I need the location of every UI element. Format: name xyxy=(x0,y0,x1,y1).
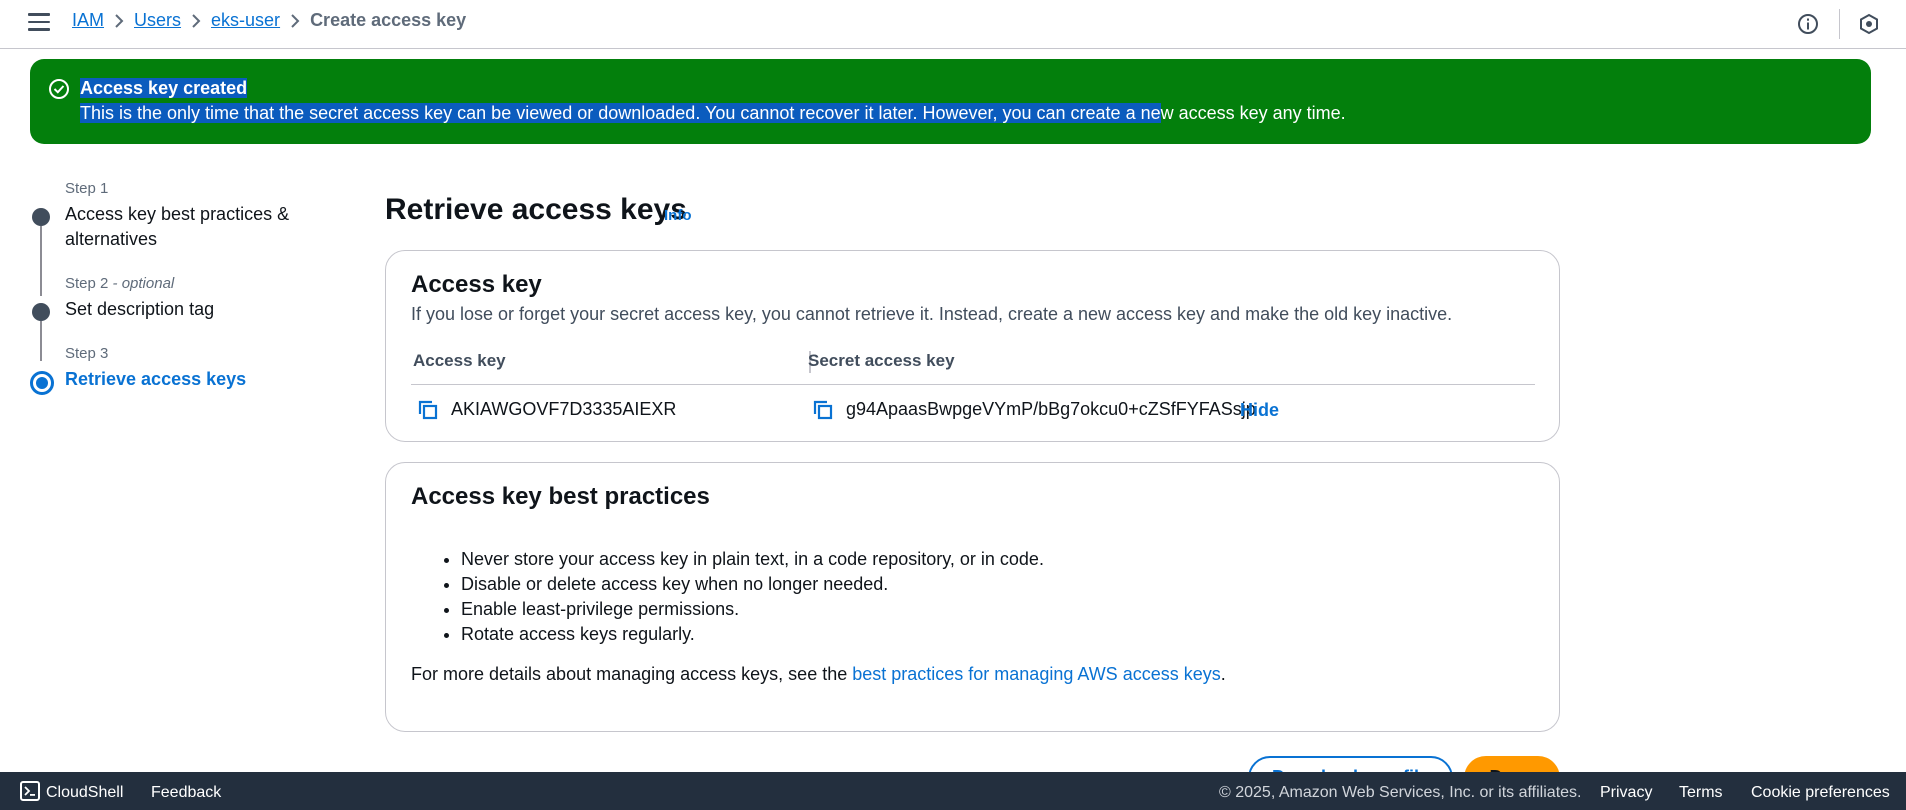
flash-message: This is the only time that the secret ac… xyxy=(80,101,1346,126)
step-1-title[interactable]: Access key best practices & alternatives xyxy=(65,202,305,252)
copy-icon[interactable] xyxy=(417,399,439,421)
hamburger-menu-icon[interactable] xyxy=(28,13,50,31)
top-utility-icons xyxy=(1797,0,1906,48)
step-3-label: Step 3 xyxy=(65,345,109,362)
breadcrumb-iam[interactable]: IAM xyxy=(72,10,104,31)
access-key-heading: Access key xyxy=(411,271,542,298)
flash-title: Access key created xyxy=(80,78,248,98)
hide-secret-link[interactable]: Hide xyxy=(1240,400,1279,421)
step-connector xyxy=(40,226,42,296)
step-2-dot xyxy=(32,303,50,321)
success-flash-banner: Access key created This is the only time… xyxy=(30,59,1871,144)
best-practices-list: Never store your access key in plain tex… xyxy=(461,547,1044,647)
console-footer: CloudShell Feedback © 2025, Amazon Web S… xyxy=(0,772,1906,810)
step-1-label: Step 1 xyxy=(65,180,109,197)
flash-content: Access key created This is the only time… xyxy=(80,76,1346,126)
cookie-preferences-link[interactable]: Cookie preferences xyxy=(1751,784,1890,802)
step-2-title[interactable]: Set description tag xyxy=(65,297,214,322)
breadcrumb-current: Create access key xyxy=(310,10,467,30)
chevron-right-icon xyxy=(181,13,211,29)
best-practices-heading: Access key best practices xyxy=(411,483,710,510)
cloudshell-icon[interactable] xyxy=(20,781,40,801)
best-practices-more: For more details about managing access k… xyxy=(411,664,1226,684)
key-table-row: AKIAWGOVF7D3335AIEXR g94ApaasBwpgeVYmP/b… xyxy=(411,397,1535,427)
column-access-key: Access key xyxy=(413,351,506,370)
breadcrumb-eks-user[interactable]: eks-user xyxy=(211,10,280,31)
copyright-text: © 2025, Amazon Web Services, Inc. or its… xyxy=(1219,784,1582,801)
step-1-dot xyxy=(32,208,50,226)
best-practices-link[interactable]: best practices for managing AWS access k… xyxy=(852,664,1221,684)
top-navigation-bar: IAM Users eks-user Create access key xyxy=(0,0,1906,49)
terms-link[interactable]: Terms xyxy=(1679,784,1723,802)
key-table-header: Access key Secret access key xyxy=(411,351,1535,385)
secret-access-key-value: g94ApaasBwpgeVYmP/bBg7okcu0+cZSfFYFASsjp xyxy=(846,399,1256,419)
flash-message-highlighted: This is the only time that the secret ac… xyxy=(80,103,1161,123)
copy-icon[interactable] xyxy=(812,399,834,421)
access-key-card: Access key If you lose or forget your se… xyxy=(385,250,1560,442)
privacy-link[interactable]: Privacy xyxy=(1600,784,1652,802)
step-3-title: Retrieve access keys xyxy=(65,369,247,389)
step-connector xyxy=(40,321,42,361)
flash-message-rest: w access key any time. xyxy=(1160,103,1346,123)
access-key-value: AKIAWGOVF7D3335AIEXR xyxy=(451,399,677,419)
info-circle-icon[interactable] xyxy=(1797,13,1819,35)
shield-settings-icon[interactable] xyxy=(1858,13,1880,35)
feedback-link[interactable]: Feedback xyxy=(151,784,221,802)
list-item: Enable least-privilege permissions. xyxy=(461,597,1044,622)
step-3-active-indicator xyxy=(30,371,54,395)
best-practices-card: Access key best practices Never store yo… xyxy=(385,462,1560,732)
check-circle-icon xyxy=(48,78,70,100)
step-2-label: Step 2 - optional xyxy=(65,275,175,292)
column-secret-access-key: Secret access key xyxy=(808,351,955,370)
breadcrumb: IAM Users eks-user Create access key xyxy=(72,10,466,31)
cloudshell-link[interactable]: CloudShell xyxy=(46,784,123,802)
info-link[interactable]: Info xyxy=(664,207,692,224)
chevron-right-icon xyxy=(280,13,310,29)
access-key-description: If you lose or forget your secret access… xyxy=(411,304,1453,324)
chevron-right-icon xyxy=(104,13,134,29)
list-item: Disable or delete access key when no lon… xyxy=(461,572,1044,597)
breadcrumb-users[interactable]: Users xyxy=(134,10,181,31)
toolbar-divider xyxy=(1839,9,1840,39)
list-item: Rotate access keys regularly. xyxy=(461,622,1044,647)
list-item: Never store your access key in plain tex… xyxy=(461,547,1044,572)
page-title: Retrieve access keys xyxy=(385,193,687,226)
